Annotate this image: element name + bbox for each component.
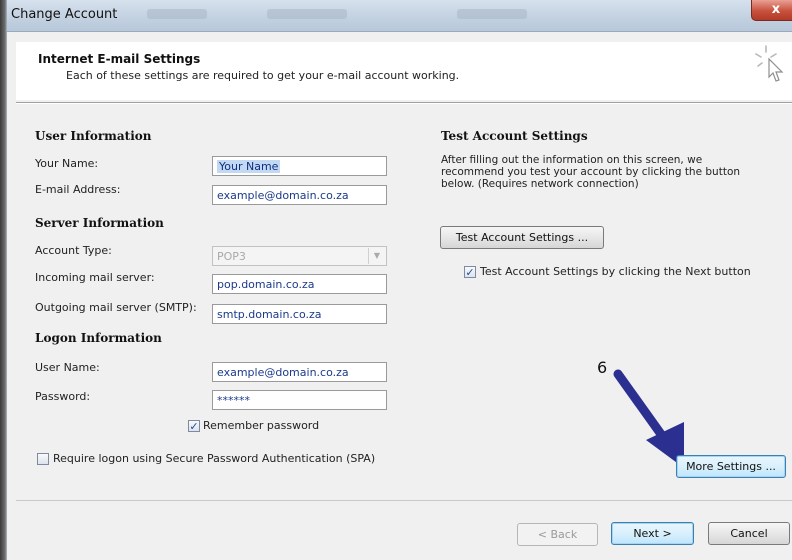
next-button[interactable]: Next > — [611, 522, 694, 545]
remember-password-checkbox[interactable]: ✓ — [188, 420, 200, 432]
titlebar-blur — [457, 9, 527, 19]
your-name-label: Your Name: — [35, 157, 99, 170]
email-label: E-mail Address: — [35, 183, 121, 196]
your-name-input[interactable]: Your Name — [212, 156, 387, 176]
title-bar[interactable]: Change Account x — [7, 0, 792, 32]
password-label: Password: — [35, 390, 91, 403]
test-settings-heading: Test Account Settings — [441, 129, 588, 143]
user-info-heading: User Information — [35, 129, 152, 143]
window-left-edge — [0, 0, 7, 560]
chevron-down-icon: ▼ — [368, 248, 385, 264]
account-type-label: Account Type: — [35, 244, 112, 257]
cancel-button[interactable]: Cancel — [708, 522, 790, 545]
more-settings-button[interactable]: More Settings ... — [676, 455, 786, 478]
test-description-line: After filling out the information on thi… — [441, 154, 703, 166]
account-type-value: POP3 — [217, 250, 246, 263]
user-name-label: User Name: — [35, 361, 100, 374]
spa-label: Require logon using Secure Password Auth… — [53, 452, 376, 465]
user-name-input[interactable]: example@domain.co.za — [212, 362, 387, 382]
outgoing-server-input[interactable]: smtp.domain.co.za — [212, 304, 387, 324]
incoming-server-input[interactable]: pop.domain.co.za — [212, 274, 387, 294]
auto-test-checkbox[interactable]: ✓ — [464, 266, 476, 278]
outgoing-server-label: Outgoing mail server (SMTP): — [35, 301, 197, 314]
close-button[interactable]: x — [751, 0, 792, 21]
titlebar-blur — [147, 9, 207, 19]
test-account-settings-button[interactable]: Test Account Settings ... — [440, 226, 604, 249]
email-input[interactable]: example@domain.co.za — [212, 185, 387, 205]
incoming-server-label: Incoming mail server: — [35, 271, 155, 284]
page-subtitle: Each of these settings are required to g… — [66, 69, 460, 82]
test-description-line: recommend you test your account by click… — [441, 166, 741, 178]
spa-checkbox[interactable] — [37, 453, 49, 465]
test-description-line: below. (Requires network connection) — [441, 178, 639, 190]
back-button[interactable]: < Back — [517, 523, 598, 546]
page-title: Internet E-mail Settings — [38, 52, 201, 66]
remember-password-label: Remember password — [203, 419, 320, 432]
header-separator — [16, 102, 792, 104]
header-panel: Internet E-mail Settings Each of these s… — [16, 42, 792, 100]
titlebar-blur — [267, 9, 347, 19]
server-info-heading: Server Information — [35, 216, 164, 230]
your-name-value: Your Name — [217, 160, 281, 173]
click-cursor-icon — [755, 45, 784, 82]
footer-separator — [16, 500, 792, 501]
change-account-dialog: Change Account x Internet E-mail Setting… — [0, 0, 792, 560]
window-title: Change Account — [11, 7, 118, 22]
password-input[interactable]: ****** — [212, 390, 387, 410]
logon-info-heading: Logon Information — [35, 331, 162, 345]
auto-test-label: Test Account Settings by clicking the Ne… — [480, 265, 751, 278]
account-type-select: POP3 ▼ — [212, 246, 387, 266]
